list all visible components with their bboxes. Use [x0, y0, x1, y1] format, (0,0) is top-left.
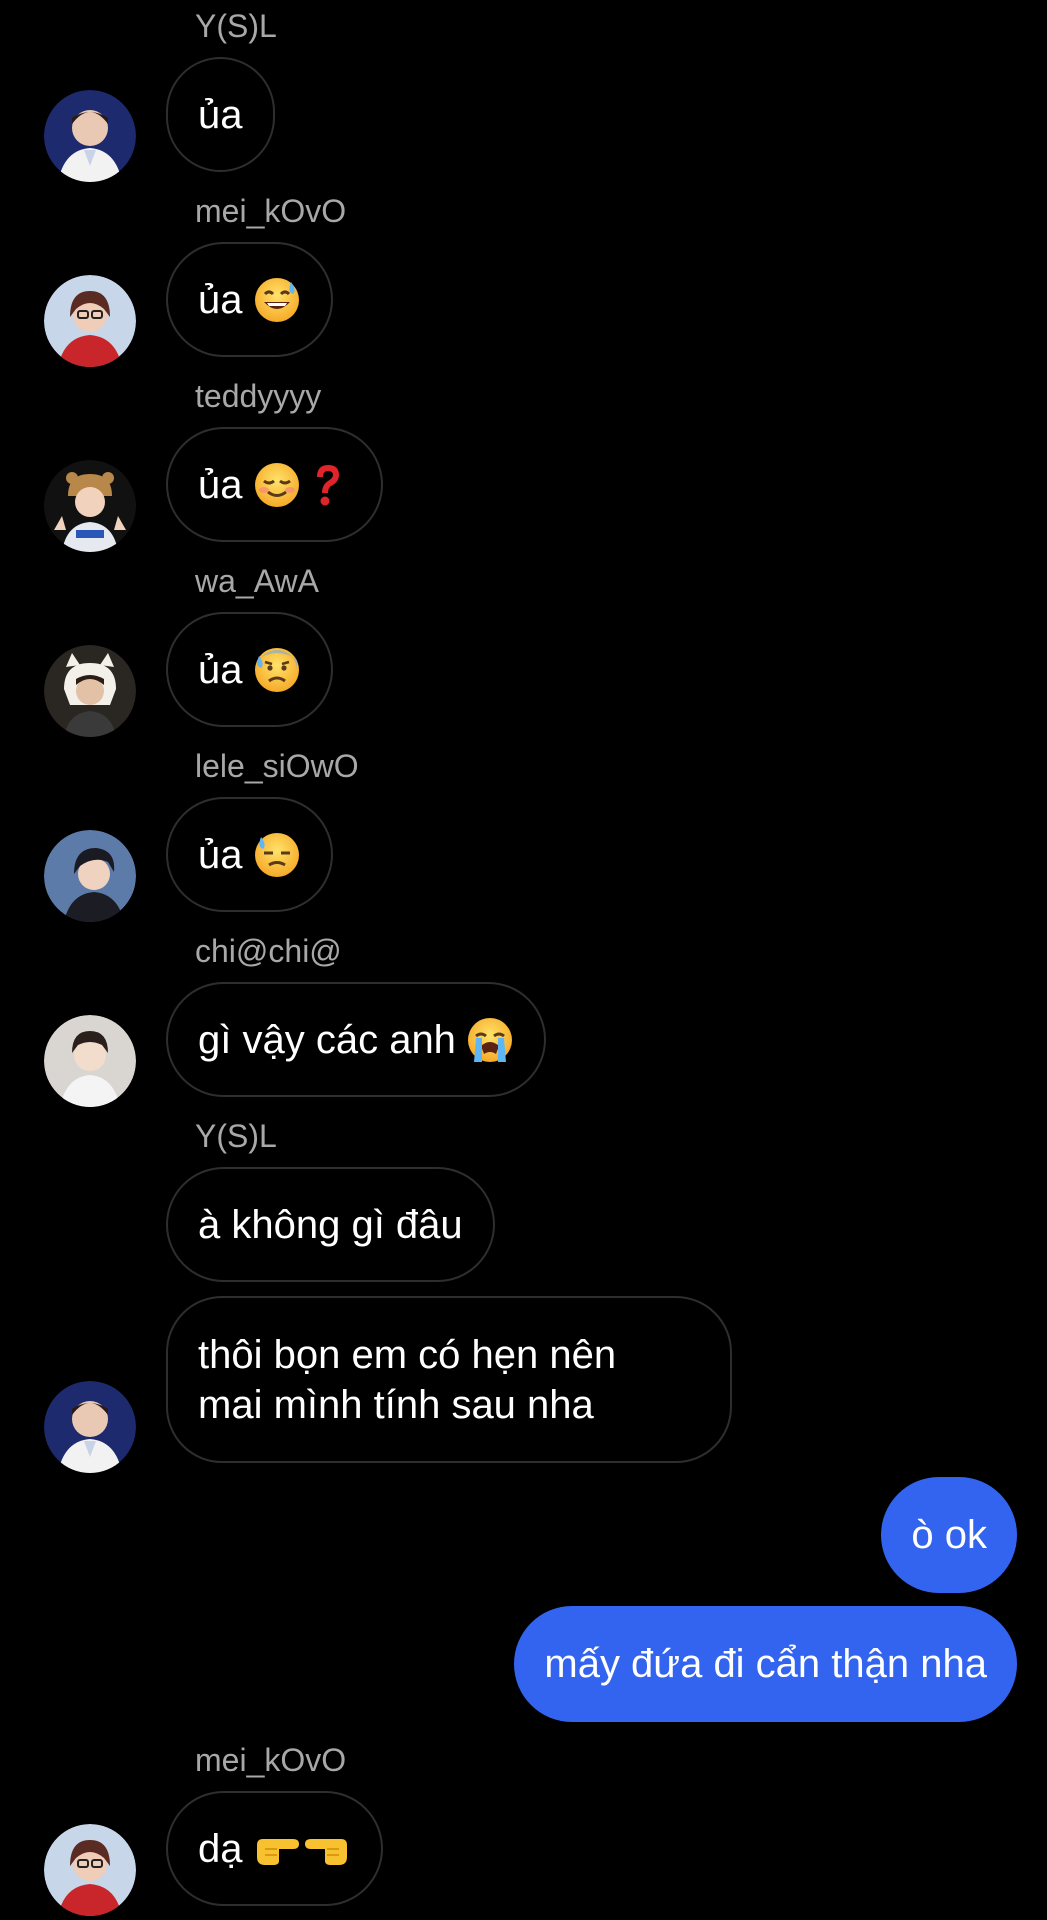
message-bubble[interactable]: gì vậy các anh — [166, 982, 546, 1097]
message-text: ủa — [198, 832, 243, 877]
user-avatar-chi[interactable] — [44, 1015, 136, 1107]
sender-name: Y(S)L — [195, 1118, 277, 1154]
message-text: dạ — [198, 1826, 243, 1871]
message-bubble[interactable]: ủa — [166, 797, 333, 912]
user-avatar-lele[interactable] — [44, 830, 136, 922]
message-bubble[interactable]: dạ — [166, 1791, 383, 1906]
message-text: ủa — [198, 462, 243, 507]
sender-name: mei_kOvO — [195, 193, 347, 229]
sender-name: lele_siOwO — [195, 748, 359, 784]
sender-name: wa_AwA — [195, 563, 319, 599]
red-question-mark-emoji — [303, 461, 351, 509]
message-bubble[interactable]: ủa — [166, 427, 383, 542]
message-bubble[interactable]: à không gì đâu — [166, 1167, 495, 1282]
sender-name: teddyyyy — [195, 378, 322, 414]
pointing-left-emoji — [303, 1825, 351, 1873]
message-bubble[interactable]: ủa — [166, 57, 275, 172]
message-text: mấy đứa đi cẩn thận nha — [544, 1642, 987, 1686]
message-bubble[interactable]: thôi bọn em có hẹn nên mai mình tính sau… — [166, 1296, 732, 1463]
message-text: ò ok — [911, 1513, 987, 1557]
relieved-smile-emoji — [253, 461, 301, 509]
outgoing-message-bubble[interactable]: mấy đứa đi cẩn thận nha — [514, 1606, 1017, 1722]
downcast-sweat-emoji — [253, 831, 301, 879]
message-text: gì vậy các anh — [198, 1017, 456, 1062]
user-avatar-ysl[interactable] — [44, 1381, 136, 1473]
pointing-right-emoji — [253, 1825, 301, 1873]
message-text: à không gì đâu — [198, 1202, 463, 1247]
loudly-crying-emoji — [466, 1016, 514, 1064]
user-avatar-mei[interactable] — [44, 275, 136, 367]
sender-name: chi@chi@ — [195, 933, 342, 969]
message-text: ủa — [198, 277, 243, 322]
message-text-line: thôi bọn em có hẹn nên — [198, 1332, 617, 1377]
sweat-smile-emoji — [253, 276, 301, 324]
user-avatar-mei[interactable] — [44, 1824, 136, 1916]
message-text: ủa — [198, 92, 243, 137]
message-bubble[interactable]: ủa — [166, 612, 333, 727]
anxious-sweat-emoji — [253, 646, 301, 694]
user-avatar-ysl[interactable] — [44, 90, 136, 182]
sender-name: mei_kOvO — [195, 1742, 347, 1778]
user-avatar-teddy[interactable] — [44, 460, 136, 552]
message-text: ủa — [198, 647, 243, 692]
user-avatar-wa[interactable] — [44, 645, 136, 737]
message-text-line: mai mình tính sau nha — [198, 1382, 594, 1427]
message-bubble[interactable]: ủa — [166, 242, 333, 357]
sender-name: Y(S)L — [195, 8, 277, 44]
outgoing-message-bubble[interactable]: ò ok — [881, 1477, 1017, 1593]
